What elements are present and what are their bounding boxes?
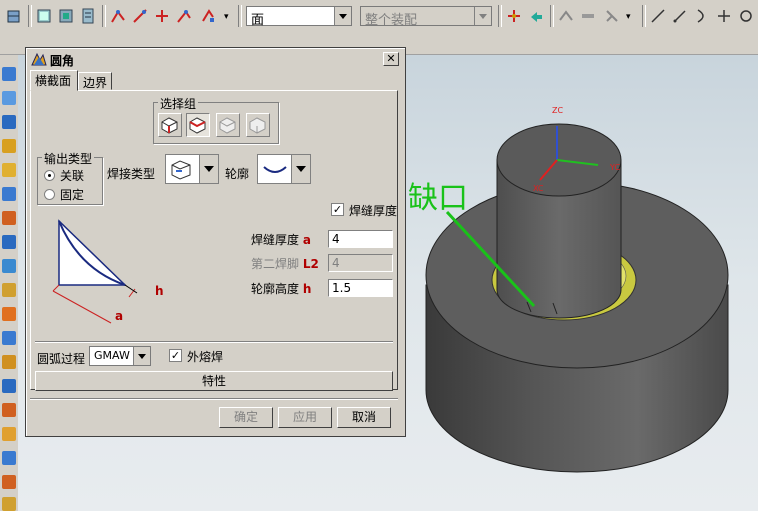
fillet-cross-section-diagram (52, 219, 138, 324)
diagram-label-h: h (155, 284, 164, 298)
tab-boundary-label: 边界 (83, 76, 108, 90)
ok-button: 确定 (219, 407, 273, 428)
second-leg-label: 第二焊脚 L2 (251, 255, 319, 272)
weld-thickness-label-text: 焊缝厚度 (251, 233, 300, 247)
select-face-set-3-button (216, 113, 240, 137)
weld-thickness-check-label: 焊缝厚度 (349, 204, 398, 218)
output-type-label: 输出类型 (42, 150, 95, 167)
weld-thickness-label: 焊缝厚度 a (251, 231, 311, 248)
dialog-title: 圆角 (50, 54, 75, 68)
chevron-down-icon[interactable] (133, 347, 150, 365)
select-group-label: 选择组 (158, 95, 199, 112)
tab-boundary[interactable]: 边界 (78, 72, 112, 90)
tab-cross-section[interactable]: 横截面 (30, 70, 78, 91)
cancel-button-label: 取消 (351, 410, 376, 424)
output-fixed-radio[interactable] (44, 189, 55, 200)
face-set-2-icon (189, 117, 206, 134)
properties-button[interactable]: 特性 (35, 371, 393, 391)
face-set-1-icon (161, 117, 178, 134)
weld-thickness-symbol: a (302, 233, 311, 247)
second-leg-label-text: 第二焊脚 (251, 257, 300, 271)
close-icon: ✕ (386, 52, 396, 65)
outer-weld-label: 外熔焊 (187, 350, 224, 364)
weld-thickness-value: 4 (332, 232, 340, 246)
output-associative-radio[interactable] (44, 170, 55, 181)
apply-button: 应用 (278, 407, 332, 428)
select-group-box: 选择组 (153, 95, 279, 144)
footer-divider (30, 398, 398, 400)
second-leg-input: 4 (328, 254, 393, 272)
weld-type-dropdown[interactable] (165, 154, 219, 184)
arc-process-value: GMAW (94, 349, 130, 362)
dialog-titlebar[interactable]: 圆角 ✕ (28, 50, 402, 69)
properties-button-label: 特性 (201, 374, 226, 388)
weld-type-label: 焊接类型 (107, 167, 156, 181)
fillet-app-icon (31, 52, 47, 66)
axis-yc-label: YC (609, 163, 620, 172)
arc-process-label: 圆弧过程 (37, 352, 86, 366)
contour-height-label-text: 轮廓高度 (251, 282, 300, 296)
second-leg-value: 4 (332, 256, 340, 270)
weld-thickness-input[interactable]: 4 (328, 230, 393, 248)
contour-shape-icon (263, 166, 287, 173)
chevron-down-icon (291, 155, 310, 183)
axis-xc-label: XC (533, 184, 544, 193)
select-face-set-4-button (246, 113, 270, 137)
contour-height-value: 1.5 (332, 281, 352, 295)
select-face-set-1-button[interactable] (158, 113, 182, 137)
apply-button-label: 应用 (292, 410, 317, 424)
contour-height-symbol: h (302, 282, 312, 296)
axis-zc-label: ZC (552, 106, 563, 115)
output-fixed-label: 固定 (60, 188, 85, 202)
contour-height-label: 轮廓高度 h (251, 280, 311, 297)
face-set-4-icon (249, 117, 266, 134)
contour-height-input[interactable]: 1.5 (328, 279, 393, 297)
select-face-set-2-button[interactable] (186, 113, 210, 137)
face-set-3-icon (219, 117, 236, 134)
annotation-label: 缺口 (408, 181, 468, 216)
cross-section-panel: 选择组 输出类型 关联 固定 焊接类型 轮廓 a h ✓ 焊缝厚度 焊缝厚度 a… (30, 90, 398, 391)
panel-divider (35, 341, 393, 343)
contour-label: 轮廓 (225, 167, 250, 181)
tab-cross-section-label: 横截面 (35, 74, 72, 88)
diagram-label-a: a (115, 309, 124, 323)
cancel-button[interactable]: 取消 (337, 407, 391, 428)
weld-type-icon (171, 160, 191, 180)
fillet-dialog: 圆角 ✕ 横截面 边界 选择组 输出类型 关联 固定 焊接类型 轮廓 a h ✓… (25, 47, 406, 437)
arc-process-combo[interactable]: GMAW (89, 346, 151, 366)
contour-dropdown[interactable] (257, 154, 311, 184)
chevron-down-icon (199, 155, 218, 183)
output-associative-label: 关联 (60, 169, 85, 183)
second-leg-symbol: L2 (302, 257, 319, 271)
output-type-box: 输出类型 关联 固定 (37, 150, 103, 205)
ok-button-label: 确定 (233, 410, 258, 424)
outer-weld-checkbox[interactable]: ✓ (169, 349, 182, 362)
close-button[interactable]: ✕ (383, 52, 399, 66)
weld-thickness-checkbox[interactable]: ✓ (331, 203, 344, 216)
